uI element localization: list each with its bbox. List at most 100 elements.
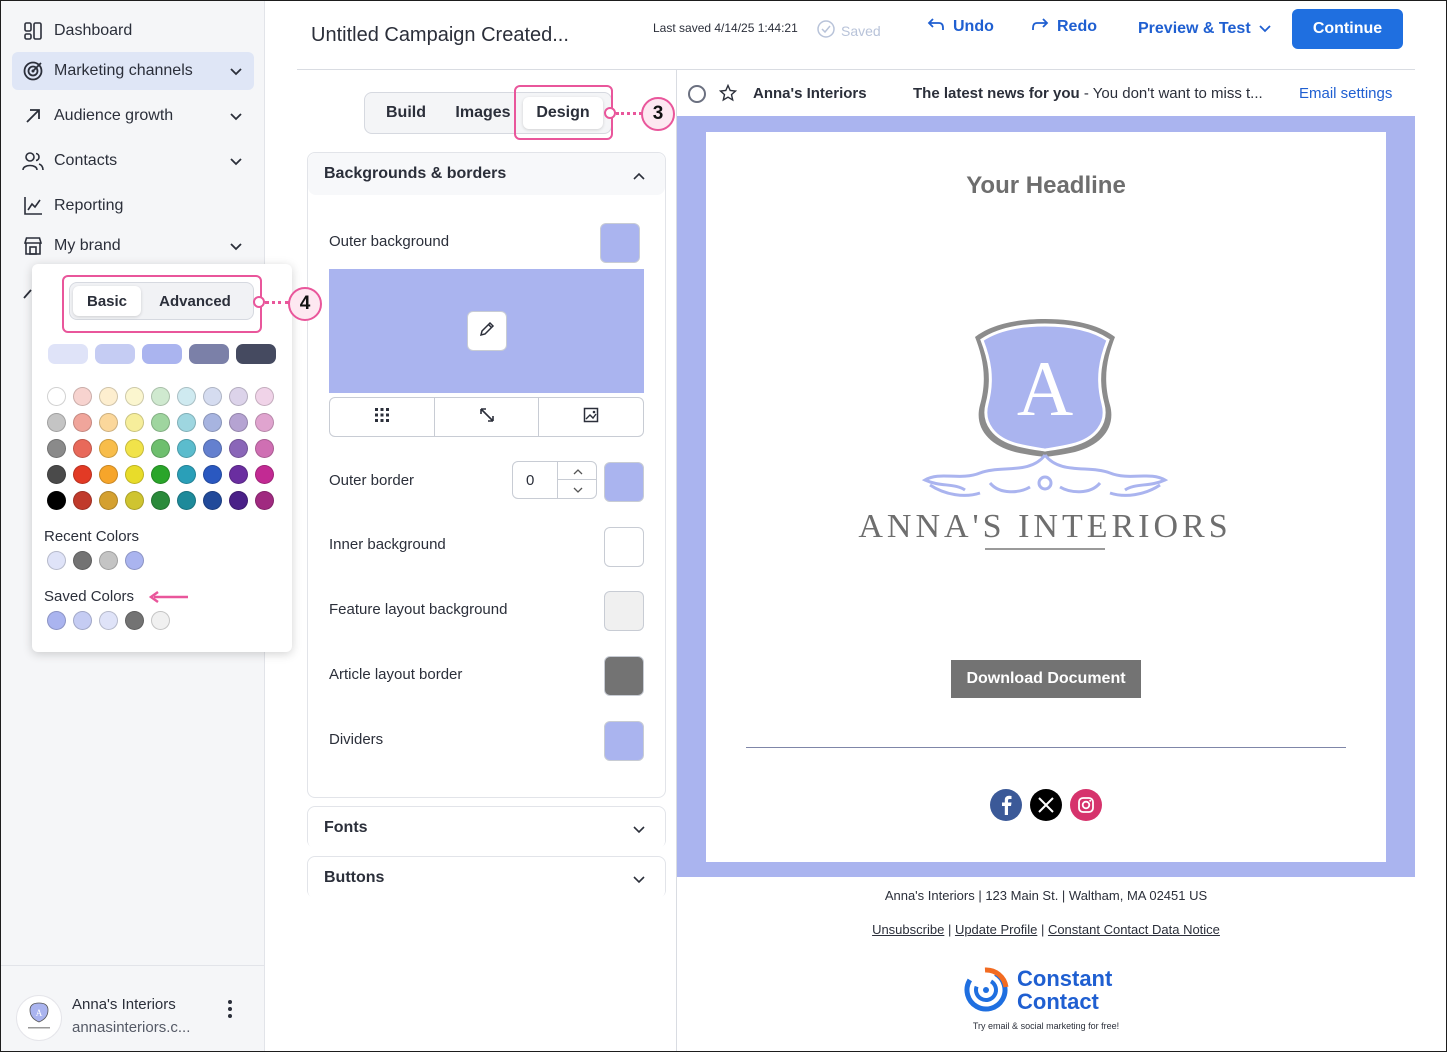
color-swatch[interactable] — [99, 439, 118, 458]
saved-color-swatch[interactable] — [73, 611, 92, 630]
color-swatch[interactable] — [203, 491, 222, 510]
color-swatch[interactable] — [99, 413, 118, 432]
sidebar-item-contacts[interactable]: Contacts — [12, 142, 254, 180]
saved-color-swatch[interactable] — [125, 611, 144, 630]
color-swatch[interactable] — [255, 465, 274, 484]
color-swatch[interactable] — [125, 439, 144, 458]
color-swatch[interactable] — [151, 439, 170, 458]
fonts-panel[interactable]: Fonts — [307, 806, 666, 849]
color-swatch[interactable] — [125, 413, 144, 432]
color-swatch[interactable] — [47, 413, 66, 432]
instagram-icon[interactable] — [1070, 789, 1102, 821]
color-swatch[interactable] — [177, 439, 196, 458]
sidebar-item-my-brand[interactable]: My brand — [12, 227, 254, 265]
data-notice-link[interactable]: Constant Contact Data Notice — [1048, 922, 1220, 937]
color-swatch[interactable] — [177, 465, 196, 484]
tab-build[interactable]: Build — [369, 97, 443, 129]
color-swatch[interactable] — [229, 387, 248, 406]
color-swatch[interactable] — [47, 465, 66, 484]
color-swatch[interactable] — [73, 413, 92, 432]
decrement-button[interactable] — [558, 480, 597, 498]
color-swatch[interactable] — [229, 413, 248, 432]
brand-color-swatch[interactable] — [48, 344, 88, 364]
x-twitter-icon[interactable] — [1030, 789, 1062, 821]
color-swatch[interactable] — [47, 439, 66, 458]
color-swatch[interactable] — [177, 387, 196, 406]
image-button[interactable] — [539, 398, 643, 436]
color-swatch[interactable] — [203, 387, 222, 406]
star-icon[interactable] — [718, 83, 738, 107]
constant-contact-logo[interactable]: Constant Contact — [963, 965, 1143, 1015]
color-swatch[interactable] — [255, 387, 274, 406]
color-swatch[interactable] — [47, 387, 66, 406]
color-swatch[interactable] — [255, 491, 274, 510]
dividers-swatch[interactable] — [604, 721, 644, 761]
color-swatch[interactable] — [47, 491, 66, 510]
color-swatch[interactable] — [73, 491, 92, 510]
color-swatch[interactable] — [229, 439, 248, 458]
color-swatch[interactable] — [151, 465, 170, 484]
recent-color-swatch[interactable] — [125, 551, 144, 570]
email-headline[interactable]: Your Headline — [706, 172, 1386, 200]
preview-test-button[interactable]: Preview & Test — [1138, 20, 1271, 38]
brand-color-swatch[interactable] — [189, 344, 229, 364]
recent-color-swatch[interactable] — [73, 551, 92, 570]
fonts-header[interactable]: Fonts — [308, 807, 665, 849]
color-swatch[interactable] — [229, 465, 248, 484]
brand-color-swatch[interactable] — [236, 344, 276, 364]
outer-border-stepper[interactable]: 0 — [512, 461, 597, 499]
brand-logo-image[interactable]: A ANNA'S INTERIORS — [830, 315, 1260, 560]
resize-button[interactable] — [435, 398, 540, 436]
sidebar-item-marketing-channels[interactable]: Marketing channels — [12, 52, 254, 90]
download-document-button[interactable]: Download Document — [951, 660, 1141, 698]
avatar[interactable]: A — [16, 995, 62, 1041]
color-swatch[interactable] — [125, 387, 144, 406]
color-swatch[interactable] — [151, 491, 170, 510]
color-swatch[interactable] — [203, 413, 222, 432]
color-swatch[interactable] — [125, 465, 144, 484]
brand-color-swatch[interactable] — [95, 344, 135, 364]
color-swatch[interactable] — [255, 413, 274, 432]
color-swatch[interactable] — [177, 491, 196, 510]
color-swatch[interactable] — [73, 465, 92, 484]
recent-color-swatch[interactable] — [99, 551, 118, 570]
color-swatch[interactable] — [203, 439, 222, 458]
brand-color-swatch[interactable] — [142, 344, 182, 364]
color-swatch[interactable] — [99, 465, 118, 484]
email-settings-link[interactable]: Email settings — [1299, 85, 1392, 102]
buttons-panel[interactable]: Buttons — [307, 856, 666, 899]
tab-images[interactable]: Images — [443, 97, 523, 129]
feature-layout-background-swatch[interactable] — [604, 591, 644, 631]
color-swatch[interactable] — [255, 439, 274, 458]
increment-button[interactable] — [558, 462, 597, 480]
color-swatch[interactable] — [125, 491, 144, 510]
undo-button[interactable]: Undo — [927, 17, 994, 36]
select-radio[interactable] — [688, 85, 706, 103]
pattern-button[interactable] — [330, 398, 435, 436]
edit-background-button[interactable] — [467, 311, 507, 351]
sidebar-item-audience-growth[interactable]: Audience growth — [12, 97, 254, 135]
update-profile-link[interactable]: Update Profile — [955, 922, 1037, 937]
saved-color-swatch[interactable] — [47, 611, 66, 630]
buttons-header[interactable]: Buttons — [308, 857, 665, 899]
color-swatch[interactable] — [99, 387, 118, 406]
facebook-icon[interactable] — [990, 789, 1022, 821]
redo-button[interactable]: Redo — [1031, 17, 1097, 36]
saved-color-swatch[interactable] — [151, 611, 170, 630]
recent-color-swatch[interactable] — [47, 551, 66, 570]
sidebar-item-dashboard[interactable]: Dashboard — [12, 12, 254, 50]
color-swatch[interactable] — [73, 387, 92, 406]
continue-button[interactable]: Continue — [1292, 9, 1403, 49]
unsubscribe-link[interactable]: Unsubscribe — [872, 922, 944, 937]
campaign-title[interactable]: Untitled Campaign Created... — [311, 24, 569, 47]
saved-color-swatch[interactable] — [99, 611, 118, 630]
color-swatch[interactable] — [151, 387, 170, 406]
backgrounds-borders-header[interactable]: Backgrounds & borders — [308, 153, 665, 195]
inner-background-swatch[interactable] — [604, 527, 644, 567]
more-options-icon[interactable] — [222, 998, 238, 1020]
outer-background-swatch[interactable] — [600, 223, 640, 263]
color-swatch[interactable] — [229, 491, 248, 510]
color-swatch[interactable] — [177, 413, 196, 432]
color-swatch[interactable] — [151, 413, 170, 432]
color-swatch[interactable] — [203, 465, 222, 484]
